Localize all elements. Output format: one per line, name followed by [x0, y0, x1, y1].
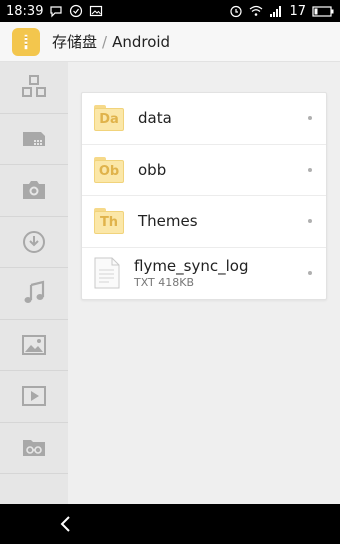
category-icon — [22, 75, 46, 98]
chat-notification-icon — [49, 4, 63, 18]
back-button[interactable] — [56, 514, 76, 534]
main-content: Da data Ob obb Th Themes flyme_sync_log … — [68, 62, 340, 504]
signal-icon — [269, 4, 283, 18]
file-name: flyme_sync_log — [134, 257, 249, 276]
breadcrumb-current: Android — [112, 32, 171, 51]
folder-badge: Ob — [94, 159, 124, 183]
text-file-icon — [94, 257, 120, 289]
sidebar-item-categories[interactable] — [0, 62, 68, 114]
file-info: TXT 418KB — [134, 276, 195, 290]
breadcrumb-root[interactable]: 存储盘 — [52, 31, 97, 52]
file-name: data — [138, 109, 172, 128]
breadcrumb: 存储盘 / Android — [52, 31, 170, 52]
file-meta: flyme_sync_log TXT 418KB — [134, 257, 248, 289]
app-bar: 存储盘 / Android — [0, 22, 340, 62]
image-notification-icon — [89, 4, 103, 18]
list-item-obb[interactable]: Ob obb — [82, 145, 326, 196]
wifi-icon — [249, 4, 263, 18]
alarm-icon — [229, 4, 243, 18]
list-item-data[interactable]: Da data — [82, 93, 326, 145]
file-name: Themes — [138, 212, 198, 231]
camera-icon — [23, 181, 45, 200]
image-icon — [22, 334, 46, 355]
folder-badge: Da — [94, 108, 124, 132]
list-item-flyme-sync-log[interactable]: flyme_sync_log TXT 418KB — [82, 248, 326, 300]
file-name: obb — [138, 160, 167, 179]
status-bar: 18:39 17 — [0, 0, 340, 22]
check-circle-icon — [69, 4, 83, 18]
more-options-icon[interactable] — [308, 116, 312, 121]
sidebar-item-camera[interactable] — [0, 165, 68, 217]
sidebar-item-private[interactable] — [0, 423, 68, 474]
sidebar — [0, 62, 68, 504]
music-icon — [24, 280, 45, 304]
more-options-icon[interactable] — [308, 219, 312, 224]
breadcrumb-separator: / — [102, 32, 108, 51]
sd-card-icon — [23, 131, 45, 146]
file-manager-logo-icon[interactable] — [12, 27, 40, 56]
sidebar-item-music[interactable] — [0, 268, 68, 320]
status-time: 18:39 — [6, 3, 44, 19]
battery-level: 17 — [289, 3, 306, 19]
more-options-icon[interactable] — [308, 271, 312, 276]
battery-icon — [312, 4, 334, 18]
sidebar-item-downloads[interactable] — [0, 217, 68, 268]
sidebar-item-images[interactable] — [0, 320, 68, 371]
video-icon — [22, 386, 46, 407]
folder-badge: Th — [94, 211, 124, 235]
list-item-themes[interactable]: Th Themes — [82, 196, 326, 248]
folder-icon: Da — [94, 105, 124, 132]
download-icon — [23, 230, 45, 253]
file-list: Da data Ob obb Th Themes flyme_sync_log … — [81, 92, 327, 300]
back-arrow-icon — [60, 516, 70, 532]
private-folder-icon — [23, 439, 45, 456]
sidebar-item-videos[interactable] — [0, 371, 68, 423]
more-options-icon[interactable] — [308, 167, 312, 172]
folder-icon: Ob — [94, 156, 124, 183]
navigation-bar — [0, 504, 340, 544]
sidebar-item-sd-card[interactable] — [0, 114, 68, 165]
folder-icon: Th — [94, 208, 124, 235]
